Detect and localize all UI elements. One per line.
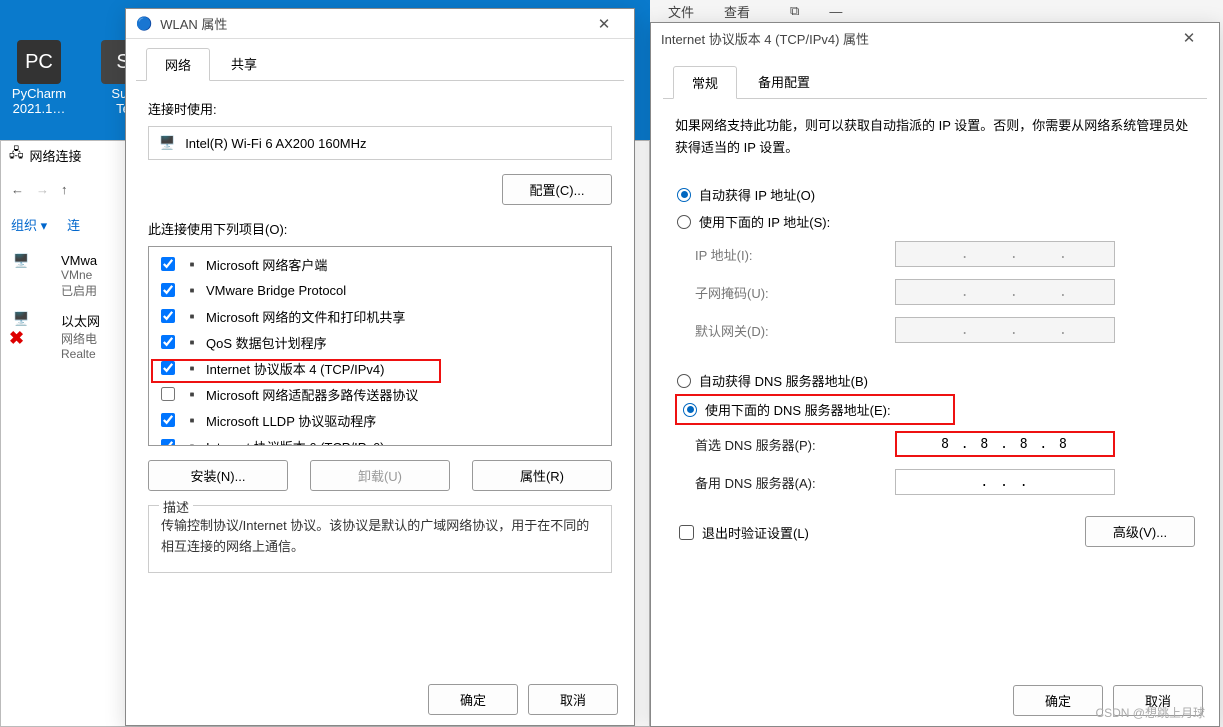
component-label: Microsoft LLDP 协议驱动程序: [206, 411, 376, 430]
list-item[interactable]: ▪️ Internet 协议版本 6 (TCP/IPv6): [151, 433, 609, 446]
component-icon: ▪️: [184, 361, 200, 375]
watermark: CSDN @想跳上月球: [1095, 704, 1205, 721]
radio-manual-ip[interactable]: 使用下面的 IP 地址(S):: [675, 208, 1195, 235]
component-label: Microsoft 网络的文件和打印机共享: [206, 307, 405, 326]
radio-icon: [683, 403, 697, 417]
list-item[interactable]: ▪️ Microsoft 网络适配器多路传送器协议: [151, 381, 609, 407]
adapter-name: 以太网: [61, 311, 100, 330]
gateway-input: . . .: [895, 317, 1115, 343]
fwd-icon[interactable]: →: [36, 182, 49, 197]
component-checkbox[interactable]: [161, 361, 175, 375]
back-icon[interactable]: ←: [11, 182, 24, 197]
component-icon: ▪️: [184, 335, 200, 349]
component-checkbox[interactable]: [161, 283, 175, 297]
wlan-title: WLAN 属性: [160, 14, 576, 33]
mask-input: . . .: [895, 279, 1115, 305]
tab-alternate[interactable]: 备用配置: [739, 65, 829, 98]
wlan-properties-dialog: 🔵 WLAN 属性 ✕ 网络 共享 连接时使用: 🖥️ Intel(R) Wi-…: [125, 8, 635, 726]
component-checkbox[interactable]: [161, 257, 175, 271]
explorer-title: 网络连接: [30, 146, 82, 165]
install-button[interactable]: 安装(N)...: [148, 460, 288, 491]
properties-button[interactable]: 属性(R): [472, 460, 612, 491]
list-item[interactable]: ▪️ Microsoft 网络的文件和打印机共享: [151, 303, 609, 329]
uninstall-button: 卸载(U): [310, 460, 450, 491]
organize-btn[interactable]: 组织 ▾: [11, 215, 47, 234]
component-icon: ▪️: [184, 439, 200, 446]
checkbox-icon: [679, 525, 694, 540]
tcp-info-text: 如果网络支持此功能，则可以获取自动指派的 IP 设置。否则，你需要从网络系统管理…: [675, 115, 1195, 159]
component-label: Internet 协议版本 6 (TCP/IPv6): [206, 437, 384, 447]
tcp-title: Internet 协议版本 4 (TCP/IPv4) 属性: [661, 29, 1161, 48]
wifi-icon: 🔵: [136, 16, 152, 32]
top-window-menu: 文件 查看 ⧉—: [660, 0, 842, 22]
component-checkbox[interactable]: [161, 309, 175, 323]
radio-icon: [677, 215, 691, 229]
pycharm-label2: 2021.1…: [4, 101, 74, 116]
items-label: 此连接使用下列项目(O):: [148, 219, 612, 238]
pycharm-label1: PyCharm: [4, 86, 74, 101]
adapter-name: VMwa: [61, 253, 97, 268]
radio-icon: [677, 188, 691, 202]
pycharm-icon[interactable]: PC PyCharm 2021.1…: [4, 40, 74, 116]
dns1-input[interactable]: 8 . 8 . 8 . 8: [895, 431, 1115, 457]
ok-button[interactable]: 确定: [428, 684, 518, 715]
component-icon: ▪️: [184, 309, 200, 323]
ip-input: . . .: [895, 241, 1115, 267]
dns1-label: 首选 DNS 服务器(P):: [695, 435, 895, 454]
component-checkbox[interactable]: [161, 439, 175, 446]
component-label: QoS 数据包计划程序: [206, 333, 327, 352]
close-icon[interactable]: ✕: [1169, 29, 1209, 47]
component-checkbox[interactable]: [161, 413, 175, 427]
component-icon: ▪️: [184, 257, 200, 271]
close-icon[interactable]: ✕: [584, 15, 624, 33]
component-icon: ▪️: [184, 283, 200, 297]
list-item[interactable]: ▪️ QoS 数据包计划程序: [151, 329, 609, 355]
cancel-button[interactable]: 取消: [528, 684, 618, 715]
list-item[interactable]: ▪️ Microsoft 网络客户端: [151, 251, 609, 277]
configure-button[interactable]: 配置(C)...: [502, 174, 612, 205]
disconnected-icon: ✖: [9, 328, 24, 349]
ip-label: IP 地址(I):: [695, 245, 895, 264]
component-label: Internet 协议版本 4 (TCP/IPv4): [206, 359, 384, 378]
ok-button[interactable]: 确定: [1013, 685, 1103, 716]
nic-icon: 🖧: [9, 144, 24, 166]
component-checkbox[interactable]: [161, 387, 175, 401]
desc-legend: 描述: [159, 497, 193, 516]
nic-icon: 🖥️: [159, 135, 175, 151]
tcpipv4-properties-dialog: Internet 协议版本 4 (TCP/IPv4) 属性 ✕ 常规 备用配置 …: [650, 22, 1220, 727]
menu-view[interactable]: 查看: [724, 2, 750, 21]
dns2-input[interactable]: . . .: [895, 469, 1115, 495]
component-icon: ▪️: [184, 413, 200, 427]
list-item[interactable]: ▪️ VMware Bridge Protocol: [151, 277, 609, 303]
component-icon: ▪️: [184, 387, 200, 401]
list-item[interactable]: ▪️ Microsoft LLDP 协议驱动程序: [151, 407, 609, 433]
radio-manual-dns[interactable]: 使用下面的 DNS 服务器地址(E):: [675, 394, 955, 425]
radio-auto-ip[interactable]: 自动获得 IP 地址(O): [675, 181, 1195, 208]
up-icon[interactable]: ↑: [61, 182, 68, 197]
radio-icon: [677, 374, 691, 388]
tab-general[interactable]: 常规: [673, 66, 737, 99]
menu-file[interactable]: 文件: [668, 2, 694, 21]
tab-sharing[interactable]: 共享: [212, 47, 276, 80]
connect-using-label: 连接时使用:: [148, 99, 612, 118]
adapter-box: 🖥️ Intel(R) Wi-Fi 6 AX200 160MHz: [148, 126, 612, 160]
description-group: 描述 传输控制协议/Internet 协议。该协议是默认的广域网络协议，用于在不…: [148, 505, 612, 573]
dns2-label: 备用 DNS 服务器(A):: [695, 473, 895, 492]
component-label: Microsoft 网络适配器多路传送器协议: [206, 385, 418, 404]
components-list[interactable]: ▪️ Microsoft 网络客户端 ▪️ VMware Bridge Protoco…: [148, 246, 612, 446]
list-item[interactable]: ▪️ Internet 协议版本 4 (TCP/IPv4): [151, 355, 609, 381]
adapter-name: Intel(R) Wi-Fi 6 AX200 160MHz: [185, 136, 366, 151]
tab-network[interactable]: 网络: [146, 48, 210, 81]
connect-btn[interactable]: 连: [67, 215, 80, 234]
component-label: Microsoft 网络客户端: [206, 255, 327, 274]
desc-text: 传输控制协议/Internet 协议。该协议是默认的广域网络协议，用于在不同的相…: [161, 516, 599, 558]
component-label: VMware Bridge Protocol: [206, 283, 346, 298]
component-checkbox[interactable]: [161, 335, 175, 349]
advanced-button[interactable]: 高级(V)...: [1085, 516, 1195, 547]
mask-label: 子网掩码(U):: [695, 283, 895, 302]
gateway-label: 默认网关(D):: [695, 321, 895, 340]
radio-auto-dns[interactable]: 自动获得 DNS 服务器地址(B): [675, 367, 1195, 394]
